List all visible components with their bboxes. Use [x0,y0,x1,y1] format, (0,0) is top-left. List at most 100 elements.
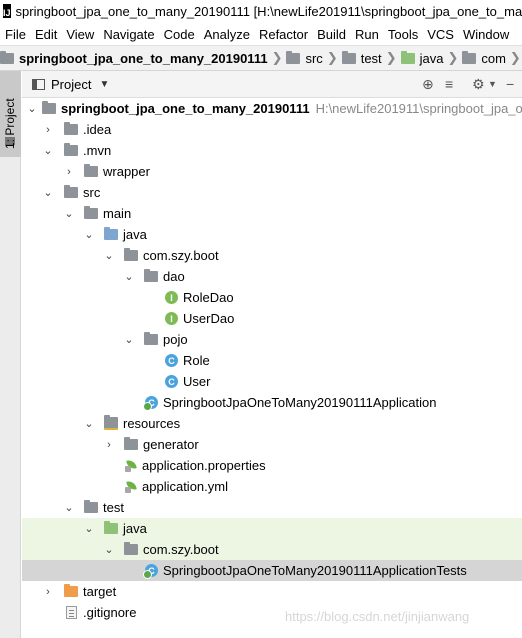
project-view-icon [32,78,45,90]
menu-window[interactable]: Window [458,27,513,42]
chevron-down-icon[interactable]: ⌄ [104,544,114,556]
breadcrumb-separator-icon: ❯ [447,50,459,65]
menu-tools[interactable]: Tools [383,27,422,42]
tree-label: target [83,584,117,599]
class-icon: C [165,375,178,388]
menu-navigate[interactable]: Navigate [98,27,158,42]
chevron-down-icon[interactable]: ⌄ [64,208,74,220]
tree-label: pojo [163,332,188,347]
tree-label: UserDao [183,311,235,326]
tree-row-test-package-com-szy-boot[interactable]: ⌄ com.szy.boot [22,539,522,560]
menu-vcs[interactable]: VCS [422,27,458,42]
folder-icon [286,50,301,64]
tree-row-idea[interactable]: › .idea [22,119,522,140]
tree-row-userdao[interactable]: I UserDao [22,308,522,329]
breadcrumb-test[interactable]: test [341,50,382,66]
tree-label: .gitignore [83,605,137,620]
folder-icon [0,50,14,64]
tree-row-application-class[interactable]: C SpringbootJpaOneToMany20190111Applicat… [22,392,522,413]
gear-icon[interactable]: ⚙ [472,76,485,92]
package-icon [144,269,158,282]
chevron-down-icon[interactable]: ⌄ [43,187,53,199]
tree-label: springboot_jpa_one_to_many_20190111 [61,101,310,116]
project-tool-window-header: Project ▼ ⊕ ≡ ⚙ ▼ − [22,71,522,98]
package-icon [462,50,477,64]
tree-row-project-root[interactable]: ⌄ springboot_jpa_one_to_many_20190111 H:… [22,98,522,119]
tree-label: SpringbootJpaOneToMany20190111Applicatio… [163,563,467,578]
tree-row-wrapper[interactable]: › wrapper [22,161,522,182]
breadcrumb-java[interactable]: java [400,50,443,66]
chevron-down-icon[interactable]: ⌄ [64,502,74,514]
breadcrumb-label: springboot_jpa_one_to_many_20190111 [19,50,268,66]
breadcrumb-project[interactable]: springboot_jpa_one_to_many_20190111 [0,50,268,66]
tree-row-roledao[interactable]: I RoleDao [22,287,522,308]
tree-row-role[interactable]: C Role [22,350,522,371]
tree-row-src[interactable]: ⌄ src [22,182,522,203]
tree-label: dao [163,269,185,284]
window-title-bar: IJ springboot_jpa_one_to_many_20190111 [… [0,0,522,23]
chevron-down-icon[interactable]: ⌄ [124,271,134,283]
tree-row-application-properties[interactable]: application.properties [22,455,522,476]
tree-row-generator[interactable]: › generator [22,434,522,455]
class-icon: C [165,354,178,367]
chevron-right-icon[interactable]: › [43,586,53,598]
tree-row-target[interactable]: › target [22,581,522,602]
tree-row-main[interactable]: ⌄ main [22,203,522,224]
menu-run[interactable]: Run [350,27,383,42]
breadcrumb-com[interactable]: com [462,50,506,66]
tree-row-package-dao[interactable]: ⌄ dao [22,266,522,287]
tree-label: test [103,500,124,515]
text-file-icon [66,606,77,619]
tree-row-package-pojo[interactable]: ⌄ pojo [22,329,522,350]
chevron-down-icon[interactable]: ⌄ [124,334,134,346]
menu-code[interactable]: Code [159,27,199,42]
chevron-down-icon[interactable]: ▼ [488,76,497,92]
chevron-down-icon[interactable]: ⌄ [104,250,114,262]
tree-row-user[interactable]: C User [22,371,522,392]
spring-config-file-icon [124,480,137,493]
chevron-down-icon[interactable]: ▼ [99,79,109,90]
tree-label: User [183,374,211,389]
menu-analyze[interactable]: Analyze [199,27,254,42]
chevron-down-icon[interactable]: ⌄ [43,145,53,157]
chevron-down-icon[interactable]: ⌄ [84,229,94,241]
tree-row-mvn[interactable]: ⌄ .mvn [22,140,522,161]
tree-label: java [123,227,147,242]
tree-row-application-yml[interactable]: application.yml [22,476,522,497]
hide-icon[interactable]: − [506,76,514,92]
tree-row-main-java[interactable]: ⌄ java [22,224,522,245]
folder-icon [64,122,78,135]
project-view-selector[interactable]: Project [51,77,91,92]
breadcrumb-src[interactable]: src [286,50,323,66]
breadcrumb-separator-icon: ❯ [509,50,521,65]
excluded-folder-icon [64,584,78,597]
chevron-right-icon[interactable]: › [64,166,74,178]
tree-row-application-tests-class[interactable]: C SpringbootJpaOneToMany20190111Applicat… [22,560,522,581]
locate-icon[interactable]: ⊕ [422,76,434,92]
chevron-down-icon[interactable]: ⌄ [84,523,94,535]
menu-refactor[interactable]: Refactor [254,27,312,42]
breadcrumb-label: src [305,50,323,66]
tree-label: java [123,521,147,536]
chevron-down-icon[interactable]: ⌄ [84,418,94,430]
menu-view[interactable]: View [61,27,98,42]
project-tool-tab[interactable]: 1: Project [0,71,21,157]
intellij-logo-icon: IJ [3,3,11,20]
tree-label: .idea [83,122,112,137]
folder-icon [84,206,98,219]
collapse-all-icon[interactable]: ≡ [445,76,453,92]
tree-row-package-com-szy-boot[interactable]: ⌄ com.szy.boot [22,245,522,266]
menu-edit[interactable]: Edit [30,27,61,42]
menu-file[interactable]: File [0,27,30,42]
tree-label: main [103,206,132,221]
tree-row-test-java[interactable]: ⌄ java [22,518,522,539]
tree-label: com.szy.boot [143,248,219,263]
tree-row-test[interactable]: ⌄ test [22,497,522,518]
folder-icon [64,143,78,156]
chevron-down-icon[interactable]: ⌄ [27,103,37,115]
chevron-right-icon[interactable]: › [43,124,53,136]
menu-build[interactable]: Build [312,27,350,42]
tree-row-resources[interactable]: ⌄ resources [22,413,522,434]
chevron-right-icon[interactable]: › [104,439,114,451]
project-tree: ⌄ springboot_jpa_one_to_many_20190111 H:… [22,98,522,638]
